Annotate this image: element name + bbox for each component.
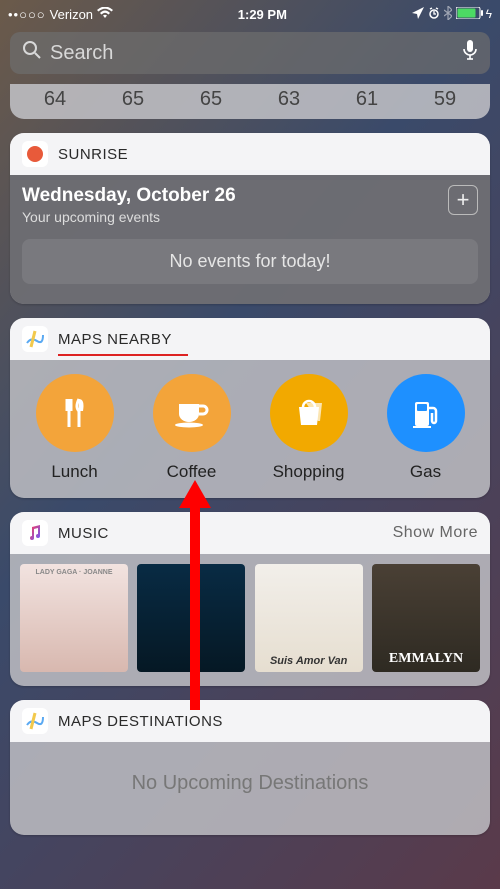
clock: 1:29 PM xyxy=(238,7,287,22)
nearby-label: Lunch xyxy=(20,462,130,482)
nearby-item-coffee[interactable]: Coffee xyxy=(137,374,247,482)
no-destinations-message: No Upcoming Destinations xyxy=(132,772,369,794)
status-bar: ••○○○ Verizon 1:29 PM ϟ xyxy=(0,0,500,28)
lunch-icon xyxy=(36,374,114,452)
album-label: EMMALYN xyxy=(389,651,463,667)
music-widget[interactable]: MUSIC Show More LADY GAGA · JOANNE Suis … xyxy=(10,512,490,686)
nearby-item-shopping[interactable]: Shopping xyxy=(254,374,364,482)
music-app-icon xyxy=(22,520,48,546)
maps-destinations-widget[interactable]: MAPS DESTINATIONS No Upcoming Destinatio… xyxy=(10,700,490,835)
nearby-label: Gas xyxy=(371,462,481,482)
search-bar[interactable]: Search xyxy=(10,32,490,74)
album-2[interactable] xyxy=(137,564,245,672)
temp-value: 61 xyxy=(356,88,378,111)
nearby-item-lunch[interactable]: Lunch xyxy=(20,374,130,482)
maps-destinations-title: MAPS DESTINATIONS xyxy=(58,713,478,730)
battery-icon xyxy=(456,7,484,22)
sunrise-widget[interactable]: SUNRISE Wednesday, October 26 Your upcom… xyxy=(10,133,490,304)
search-placeholder: Search xyxy=(50,42,462,65)
weather-widget[interactable]: 64 65 65 63 61 59 xyxy=(10,84,490,119)
maps-nearby-title: MAPS NEARBY xyxy=(58,331,172,348)
gas-icon xyxy=(387,374,465,452)
temp-value: 65 xyxy=(200,88,222,111)
temp-value: 63 xyxy=(278,88,300,111)
temp-value: 59 xyxy=(434,88,456,111)
maps-nearby-widget[interactable]: MAPS NEARBY Lunch Coffee Shopping xyxy=(10,318,490,498)
album-1[interactable]: LADY GAGA · JOANNE xyxy=(20,564,128,672)
sunrise-app-icon xyxy=(22,141,48,167)
nearby-item-gas[interactable]: Gas xyxy=(371,374,481,482)
microphone-icon[interactable] xyxy=(462,39,478,67)
maps-app-icon xyxy=(22,708,48,734)
bluetooth-icon xyxy=(444,6,452,23)
show-more-button[interactable]: Show More xyxy=(393,524,478,542)
sunrise-title: SUNRISE xyxy=(58,146,478,163)
coffee-icon xyxy=(153,374,231,452)
signal-dots-icon: ••○○○ xyxy=(8,7,46,22)
sunrise-date: Wednesday, October 26 xyxy=(22,185,478,207)
music-title: MUSIC xyxy=(58,525,393,542)
location-icon xyxy=(412,7,424,22)
add-event-button[interactable]: + xyxy=(448,185,478,215)
sunrise-subtitle: Your upcoming events xyxy=(22,209,478,225)
alarm-icon xyxy=(428,7,440,22)
album-3[interactable]: Suis Amor Van xyxy=(255,564,363,672)
album-label: Suis Amor Van xyxy=(270,655,347,667)
charging-icon: ϟ xyxy=(486,7,492,21)
album-label: LADY GAGA · JOANNE xyxy=(35,569,112,576)
nearby-label: Shopping xyxy=(254,462,364,482)
album-4[interactable]: EMMALYN xyxy=(372,564,480,672)
carrier-label: Verizon xyxy=(50,7,93,22)
temp-value: 64 xyxy=(44,88,66,111)
no-events-message: No events for today! xyxy=(22,239,478,284)
maps-app-icon xyxy=(22,326,48,352)
annotation-underline xyxy=(58,354,188,356)
nearby-label: Coffee xyxy=(137,462,247,482)
search-icon xyxy=(22,40,42,66)
wifi-icon xyxy=(97,7,113,22)
temp-value: 65 xyxy=(122,88,144,111)
shopping-icon xyxy=(270,374,348,452)
